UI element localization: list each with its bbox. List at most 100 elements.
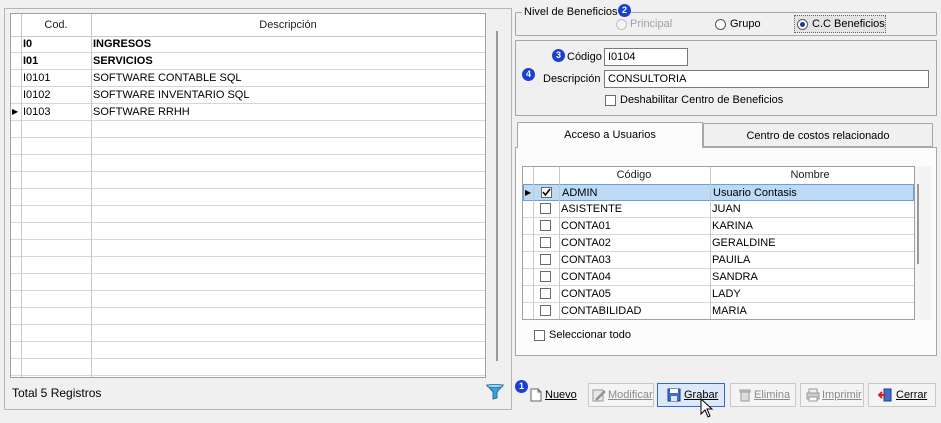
table-row[interactable] <box>11 155 485 172</box>
user-access-checkbox[interactable] <box>540 305 551 316</box>
table-row[interactable]: I0102 SOFTWARE INVENTARIO SQL <box>11 87 485 104</box>
user-access-checkbox[interactable] <box>540 203 551 214</box>
grabar-button[interactable]: Grabar <box>657 383 725 407</box>
header-descripcion[interactable]: Descripción <box>91 14 485 36</box>
col-divider <box>559 167 560 319</box>
user-row[interactable]: CONTA02 GERALDINE <box>523 235 914 252</box>
save-icon <box>667 388 681 402</box>
cell-cod: I0103 <box>23 106 51 118</box>
user-row[interactable]: ASISTENTE JUAN <box>523 201 914 218</box>
cell-codigo: CONTA05 <box>561 288 611 300</box>
radio-grupo-label[interactable]: Grupo <box>730 18 761 30</box>
filter-icon[interactable] <box>485 383 505 401</box>
user-row[interactable]: CONTA04 SANDRA <box>523 269 914 286</box>
user-access-checkbox[interactable] <box>540 288 551 299</box>
deshabilitar-label[interactable]: Deshabilitar Centro de Beneficios <box>620 94 783 106</box>
grid-scrollbar[interactable] <box>488 13 506 378</box>
table-row[interactable] <box>11 223 485 240</box>
user-access-checkbox[interactable] <box>541 187 552 198</box>
users-grid-header: Código Nombre <box>523 167 914 185</box>
table-row[interactable] <box>11 291 485 308</box>
tab-centro-costos[interactable]: Centro de costos relacionado <box>703 123 933 147</box>
user-access-checkbox[interactable] <box>540 220 551 231</box>
trash-icon <box>739 389 751 402</box>
nuevo-button[interactable]: Nuevo <box>522 383 582 407</box>
user-row[interactable]: CONTA03 PAUILA <box>523 252 914 269</box>
user-row[interactable]: CONTABILIDAD MARIA <box>523 303 914 319</box>
radio-cc-beneficios-label[interactable]: C.C Beneficios <box>812 18 885 30</box>
row-indicator-header <box>11 14 21 36</box>
radio-cc-beneficios[interactable] <box>797 19 808 30</box>
nuevo-label: Nuevo <box>545 389 577 401</box>
cell-nombre: LADY <box>712 288 741 300</box>
cell-descripcion: SOFTWARE INVENTARIO SQL <box>93 89 250 101</box>
imprimir-button[interactable]: Imprimir <box>800 383 864 407</box>
header-cod[interactable]: Cod. <box>21 14 91 36</box>
cerrar-button[interactable]: Cerrar <box>868 383 936 407</box>
cell-cod: I0 <box>23 38 33 50</box>
col-divider <box>21 14 22 377</box>
table-row[interactable] <box>11 240 485 257</box>
table-row[interactable] <box>11 138 485 155</box>
radio-grupo[interactable] <box>715 19 726 30</box>
user-row[interactable]: CONTA05 LADY <box>523 286 914 303</box>
cell-descripcion: INGRESOS <box>93 38 152 50</box>
table-row[interactable]: ▶ I0103 SOFTWARE RRHH <box>11 104 485 121</box>
codigo-input[interactable] <box>604 48 688 66</box>
header-codigo[interactable]: Código <box>559 167 709 184</box>
cell-nombre: MARIA <box>712 305 747 317</box>
row-pointer-icon: ▶ <box>12 107 19 116</box>
cell-nombre: JUAN <box>712 203 741 215</box>
radio-principal <box>616 19 627 30</box>
cell-codigo: CONTABILIDAD <box>561 305 642 317</box>
table-row[interactable]: I0101 SOFTWARE CONTABLE SQL <box>11 70 485 87</box>
cerrar-label: Cerrar <box>896 389 928 401</box>
table-row[interactable] <box>11 257 485 274</box>
table-row[interactable] <box>11 325 485 342</box>
table-row[interactable] <box>11 172 485 189</box>
table-row[interactable] <box>11 189 485 206</box>
row-pointer-icon: ▶ <box>525 188 532 197</box>
cell-nombre: GERALDINE <box>712 237 776 249</box>
modificar-label: Modificar <box>608 389 653 401</box>
table-row[interactable] <box>11 308 485 325</box>
cell-nombre: SANDRA <box>712 271 758 283</box>
users-scrollbar[interactable] <box>915 166 931 320</box>
grid-header: Cod. Descripción <box>11 14 485 37</box>
scrollbar-thumb[interactable] <box>496 31 498 361</box>
seleccionar-todo-label[interactable]: Seleccionar todo <box>549 329 631 341</box>
imprimir-label: Imprimir <box>822 389 862 401</box>
deshabilitar-checkbox[interactable] <box>605 95 616 106</box>
table-row[interactable] <box>11 274 485 291</box>
user-row[interactable]: ▶ ADMIN Usuario Contasis <box>523 184 914 201</box>
elimina-label: Elimina <box>754 389 791 401</box>
mouse-cursor-icon <box>700 397 714 420</box>
descripcion-input[interactable] <box>604 70 929 88</box>
users-grid[interactable]: Código Nombre ▶ ADMIN Usuario Contasis ASIS… <box>522 166 915 320</box>
user-access-checkbox[interactable] <box>540 237 551 248</box>
modificar-button[interactable]: Modificar <box>588 383 654 407</box>
table-row[interactable] <box>11 342 485 359</box>
scrollbar-thumb[interactable] <box>917 184 919 264</box>
user-access-checkbox[interactable] <box>540 271 551 282</box>
table-row[interactable] <box>11 359 485 376</box>
exit-door-icon <box>878 388 892 402</box>
table-row[interactable] <box>11 206 485 223</box>
seleccionar-todo-checkbox[interactable] <box>534 330 545 341</box>
beneficios-grid[interactable]: Cod. Descripción I0 INGRESOS I01 SERVICIOS I… <box>10 13 486 378</box>
new-document-icon <box>530 388 542 402</box>
table-row[interactable]: I01 SERVICIOS <box>11 53 485 70</box>
cell-descripcion: SERVICIOS <box>93 55 153 67</box>
header-nombre[interactable]: Nombre <box>710 167 910 184</box>
user-access-checkbox[interactable] <box>540 254 551 265</box>
col-divider <box>533 167 534 319</box>
table-row[interactable]: I0 INGRESOS <box>11 36 485 53</box>
table-row[interactable] <box>11 121 485 138</box>
tab-acceso-usuarios[interactable]: Acceso a Usuarios <box>517 122 703 148</box>
descripcion-label: Descripción <box>543 73 601 85</box>
user-row[interactable]: CONTA01 KARINA <box>523 218 914 235</box>
elimina-button[interactable]: Elimina <box>730 383 796 407</box>
codigo-label: Código <box>567 51 602 63</box>
step-badge-2: 2 <box>618 4 631 17</box>
cell-nombre: Usuario Contasis <box>713 187 797 199</box>
